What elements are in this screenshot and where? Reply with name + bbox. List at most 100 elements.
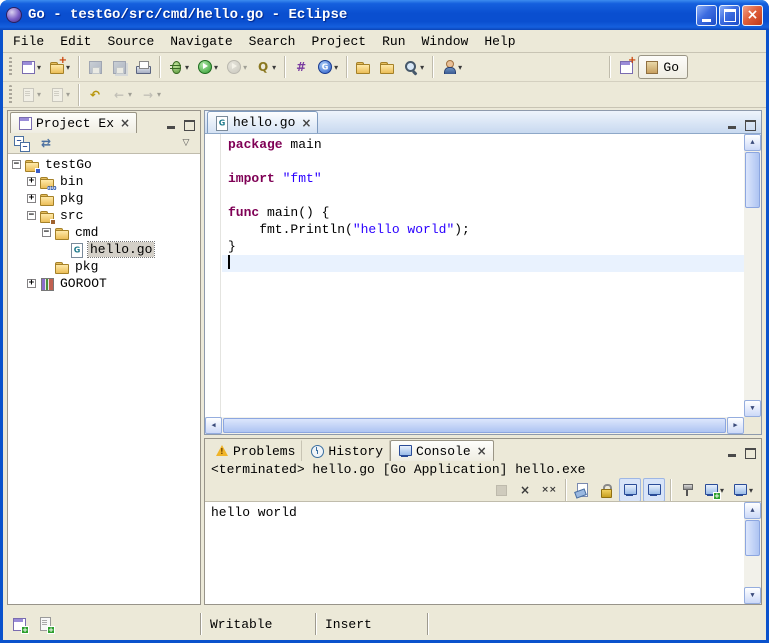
remove-launch-button[interactable] xyxy=(514,478,536,502)
menu-source[interactable]: Source xyxy=(99,32,162,51)
debug-button[interactable]: ▾ xyxy=(165,55,192,79)
console-vertical-scrollbar[interactable]: ▲ ▼ xyxy=(744,502,761,604)
close-editor-tab-icon[interactable]: × xyxy=(301,117,311,129)
menu-help[interactable]: Help xyxy=(476,32,523,51)
open-project-button[interactable] xyxy=(376,55,398,79)
plus-expander-icon[interactable]: + xyxy=(27,177,36,186)
display-console-button[interactable]: ▾ xyxy=(729,478,756,502)
scroll-right-icon[interactable]: ▶ xyxy=(727,417,744,434)
close-view-icon[interactable]: × xyxy=(477,445,487,457)
tree-item-src[interactable]: −src xyxy=(8,207,200,224)
link-with-editor-button[interactable] xyxy=(35,131,57,155)
scroll-up-icon[interactable]: ▲ xyxy=(744,134,761,151)
close-button[interactable]: × xyxy=(742,5,763,26)
library-icon xyxy=(39,276,55,292)
tree-item-pkg[interactable]: +pkg xyxy=(8,190,200,207)
minimize-editor-icon[interactable] xyxy=(724,117,740,133)
show-stderr-button[interactable] xyxy=(643,478,665,502)
tab-history[interactable]: History xyxy=(302,440,390,461)
editor-horizontal-scrollbar[interactable]: ◀ ▶ xyxy=(205,417,744,434)
toolbar-separator xyxy=(284,56,285,78)
tree-item-bin[interactable]: +010bin xyxy=(8,173,200,190)
new-wizard-button[interactable]: ▾ xyxy=(17,55,44,79)
menu-run[interactable]: Run xyxy=(374,32,413,51)
back-button: ▾ xyxy=(108,83,135,107)
editor-tabbar: hello.go × xyxy=(205,111,761,134)
plus-expander-icon[interactable]: + xyxy=(27,279,36,288)
close-view-icon[interactable]: × xyxy=(120,117,130,129)
code-area[interactable]: package mainimport "fmt"func main() { fm… xyxy=(222,134,744,417)
tree-item-hello-go[interactable]: hello.go xyxy=(8,241,200,258)
menu-window[interactable]: Window xyxy=(414,32,477,51)
eclipse-window: Go - testGo/src/cmd/hello.go - Eclipse ×… xyxy=(0,0,769,643)
tree-label: GOROOT xyxy=(58,276,109,291)
horizontal-scrollbar-thumb[interactable] xyxy=(223,418,726,433)
go-web-button[interactable]: ▾ xyxy=(314,55,341,79)
save-all-button xyxy=(108,55,130,79)
scroll-lock-button[interactable] xyxy=(595,478,617,502)
new-go-program-button[interactable] xyxy=(290,55,312,79)
dropdown-arrow-icon: ▾ xyxy=(749,486,753,495)
menu-file[interactable]: File xyxy=(5,32,52,51)
maximize-console-icon[interactable] xyxy=(742,445,758,461)
menu-navigate[interactable]: Navigate xyxy=(162,32,240,51)
clear-console-button[interactable] xyxy=(571,478,593,502)
search-button[interactable]: ▾ xyxy=(400,55,427,79)
tree-item-pkg[interactable]: pkg xyxy=(8,258,200,275)
run-button[interactable]: ▾ xyxy=(194,55,221,79)
open-resource-button[interactable] xyxy=(352,55,374,79)
tab-project-explorer[interactable]: Project Ex × xyxy=(10,112,137,133)
fast-view-button[interactable]: + xyxy=(8,612,30,636)
vertical-scrollbar-thumb[interactable] xyxy=(745,152,760,208)
maximize-editor-icon[interactable] xyxy=(742,117,758,133)
go-perspective-icon xyxy=(643,59,659,75)
link-icon xyxy=(38,135,54,151)
vertical-scrollbar-thumb[interactable] xyxy=(745,520,760,556)
go-perspective-button[interactable]: Go xyxy=(638,55,688,79)
minus-expander-icon[interactable]: − xyxy=(27,211,36,220)
pin-console-button[interactable] xyxy=(676,478,698,502)
team-button[interactable]: ▾ xyxy=(438,55,465,79)
dropdown-arrow-icon: ▾ xyxy=(128,90,132,99)
open-perspective-button[interactable]: + xyxy=(615,55,637,79)
menu-search[interactable]: Search xyxy=(241,32,304,51)
minus-expander-icon[interactable]: − xyxy=(12,160,21,169)
console-output[interactable]: hello world xyxy=(205,502,744,604)
tab-problems[interactable]: Problems xyxy=(207,440,302,461)
collapse-all-button[interactable] xyxy=(11,131,33,155)
code-line xyxy=(222,187,744,204)
print-button[interactable] xyxy=(132,55,154,79)
editor-tab-hello-go[interactable]: hello.go × xyxy=(207,111,318,133)
minimize-button[interactable] xyxy=(696,5,717,26)
remove-all-launches-button[interactable] xyxy=(538,478,560,502)
dropdown-arrow-icon: ▾ xyxy=(458,63,462,72)
show-stdout-button[interactable] xyxy=(619,478,641,502)
editor-vertical-scrollbar[interactable]: ▲ ▼ xyxy=(744,134,761,417)
annotation-icon xyxy=(49,87,65,103)
scroll-up-icon[interactable]: ▲ xyxy=(744,502,761,519)
tree-item-testgo[interactable]: −testGo xyxy=(8,156,200,173)
tab-console[interactable]: Console× xyxy=(390,440,494,461)
tree-item-cmd[interactable]: −cmd xyxy=(8,224,200,241)
tree-item-goroot[interactable]: + GOROOT xyxy=(8,275,200,292)
external-tools-button[interactable]: ▾ xyxy=(252,55,279,79)
new-go-element-button[interactable]: +▾ xyxy=(46,55,73,79)
forward-button: ▾ xyxy=(137,83,164,107)
scroll-left-icon[interactable]: ◀ xyxy=(205,417,222,434)
minus-expander-icon[interactable]: − xyxy=(42,228,51,237)
minimize-console-icon[interactable] xyxy=(724,445,740,461)
plus-expander-icon[interactable]: + xyxy=(27,194,36,203)
scroll-down-icon[interactable]: ▼ xyxy=(744,587,761,604)
menu-edit[interactable]: Edit xyxy=(52,32,99,51)
monitor-icon xyxy=(622,482,638,498)
scroll-down-icon[interactable]: ▼ xyxy=(744,400,761,417)
plus-badge-icon: + xyxy=(59,56,67,66)
open-console-button[interactable]: +▾ xyxy=(700,478,727,502)
console-output-area: hello world ▲ ▼ xyxy=(205,501,761,604)
titlebar[interactable]: Go - testGo/src/cmd/hello.go - Eclipse × xyxy=(0,0,769,30)
last-edit-location-button[interactable] xyxy=(84,83,106,107)
maximize-button[interactable] xyxy=(719,5,740,26)
menu-project[interactable]: Project xyxy=(303,32,374,51)
go-status-button[interactable]: + xyxy=(34,612,56,636)
view-menu-button[interactable] xyxy=(175,131,197,155)
